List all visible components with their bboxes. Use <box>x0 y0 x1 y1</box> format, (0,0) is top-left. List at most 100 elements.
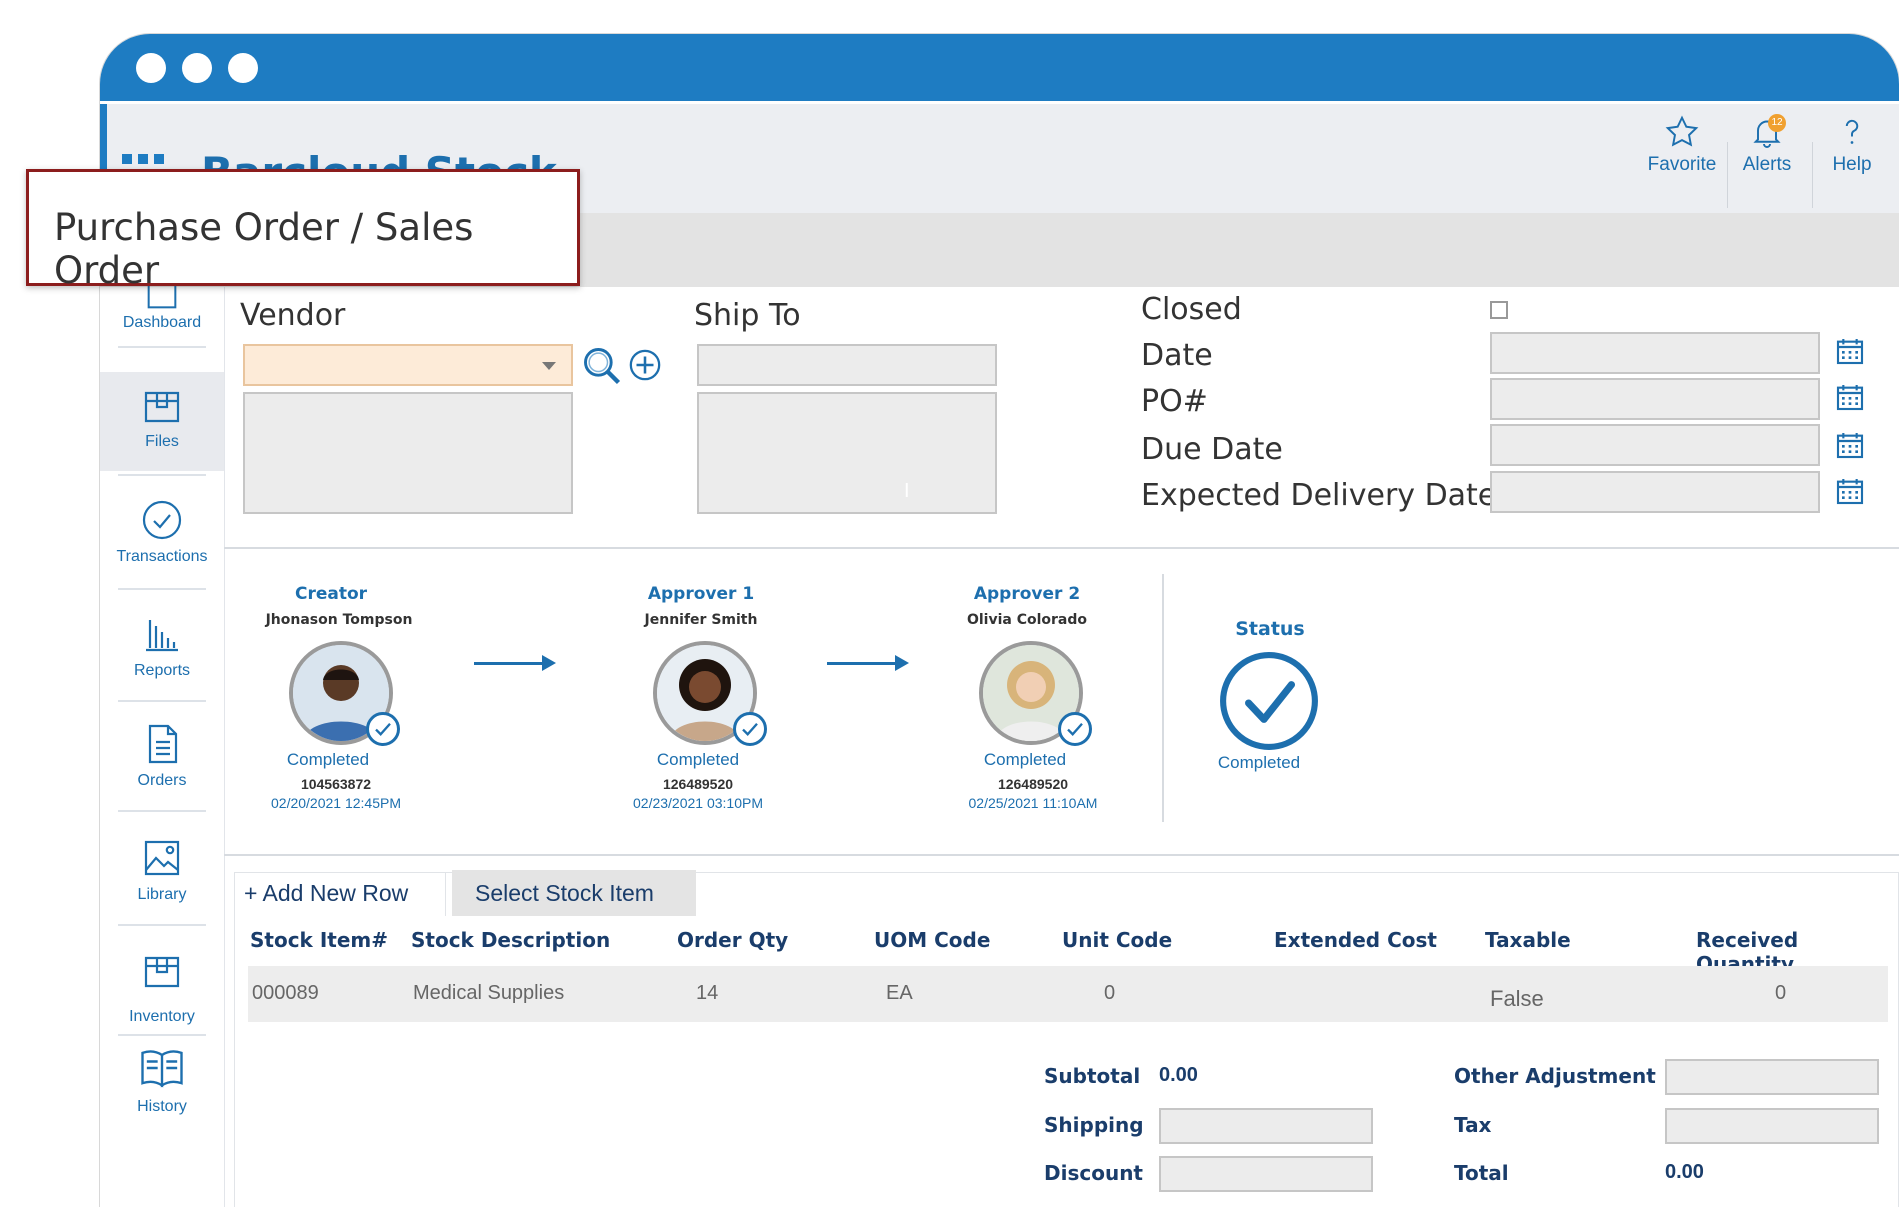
sidebar-item-files[interactable]: Files <box>100 381 224 451</box>
sidebar-divider <box>118 588 206 590</box>
sidebar-item-inventory[interactable]: Inventory <box>100 946 224 1026</box>
table-cell: EA <box>886 982 913 1004</box>
sidebar-item-library[interactable]: Library <box>100 834 224 904</box>
approval-state: Completed <box>656 750 740 769</box>
help-label: Help <box>1832 154 1872 175</box>
add-circle-icon[interactable] <box>628 348 662 382</box>
arrow-right-icon <box>542 655 556 671</box>
text-cursor: I <box>904 480 910 502</box>
shipping-field[interactable] <box>1159 1108 1373 1144</box>
calendar-icon[interactable] <box>1834 334 1866 368</box>
sidebar-item-reports[interactable]: Reports <box>100 610 224 680</box>
vendor-select[interactable] <box>243 344 573 386</box>
ship-to-field[interactable] <box>697 344 997 386</box>
section-divider <box>224 854 1899 856</box>
completed-badge <box>733 712 767 746</box>
sidebar-item-label: Library <box>137 886 187 903</box>
expected-delivery-field[interactable] <box>1490 471 1820 513</box>
subtotal-value: 0.00 <box>1159 1064 1198 1086</box>
approval-role: Creator <box>294 584 368 604</box>
other-adjustment-field[interactable] <box>1665 1059 1879 1095</box>
sidebar-border <box>224 287 225 1207</box>
po-label: PO# <box>1141 384 1208 419</box>
closed-checkbox[interactable] <box>1490 301 1508 319</box>
alerts-button[interactable]: 12 Alerts <box>1727 114 1807 214</box>
select-stock-item-label: Select Stock Item <box>475 880 654 906</box>
table-cell: 0 <box>1775 982 1787 1004</box>
sidebar-item-label: Dashboard <box>122 314 202 331</box>
date-field[interactable] <box>1490 332 1820 374</box>
approval-name: Jhonason Tompson <box>265 612 413 628</box>
ship-to-label: Ship To <box>694 298 801 333</box>
approval-time: 02/23/2021 03:10PM <box>633 795 763 811</box>
other-adjustment-label: Other Adjustment <box>1454 1064 1656 1088</box>
approval-id: 126489520 <box>662 776 734 792</box>
po-field[interactable] <box>1490 378 1820 420</box>
tax-field[interactable] <box>1665 1108 1879 1144</box>
approval-id: 104563872 <box>300 776 372 792</box>
column-header[interactable]: Taxable <box>1485 928 1571 952</box>
question-icon <box>1845 119 1859 144</box>
column-header[interactable]: Stock Description <box>411 928 610 952</box>
box-icon <box>144 391 180 423</box>
completed-badge <box>1058 712 1092 746</box>
closed-label: Closed <box>1141 292 1242 327</box>
select-stock-item-button[interactable]: Select Stock Item <box>452 870 696 916</box>
sidebar-item-history[interactable]: History <box>100 1042 224 1116</box>
expected-delivery-label: Expected Delivery Date <box>1141 478 1497 513</box>
discount-field[interactable] <box>1159 1156 1373 1192</box>
alerts-count-badge: 12 <box>1768 114 1786 132</box>
image-icon <box>144 840 180 876</box>
column-header[interactable]: Unit Code <box>1062 928 1172 952</box>
approval-name: Jennifer Smith <box>644 612 758 628</box>
checkmark-icon <box>375 722 391 736</box>
window-dot-3[interactable] <box>228 53 258 83</box>
page-title-callout: Purchase Order / Sales Order <box>26 169 580 292</box>
bar-chart-icon <box>146 620 178 652</box>
status-value: Completed <box>1217 753 1301 772</box>
sidebar-divider <box>118 924 206 926</box>
star-icon <box>1665 115 1699 147</box>
calendar-icon[interactable] <box>1834 474 1866 508</box>
column-header[interactable]: Extended Cost <box>1274 928 1437 952</box>
search-icon[interactable] <box>580 344 624 388</box>
arrow-right-icon <box>895 655 909 671</box>
help-button[interactable]: Help <box>1812 114 1892 214</box>
sidebar-divider <box>118 474 206 476</box>
flow-arrow <box>827 662 897 665</box>
chevron-down-icon <box>542 362 556 370</box>
add-new-row-button[interactable]: + Add New Row <box>234 872 446 916</box>
table-row[interactable]: 000089 Medical Supplies 14 EA 0 False 0 <box>248 966 1888 1022</box>
subtotal-label: Subtotal <box>1044 1064 1141 1088</box>
page-title: Purchase Order / Sales Order <box>54 206 474 292</box>
approval-state: Completed <box>983 750 1067 769</box>
vendor-address-field[interactable] <box>243 392 573 514</box>
calendar-icon[interactable] <box>1834 428 1866 462</box>
ship-to-address-field[interactable]: I <box>697 392 997 514</box>
document-icon <box>148 724 178 764</box>
section-divider <box>224 547 1899 549</box>
column-header[interactable]: Stock Item# <box>250 928 388 952</box>
sidebar-item-transactions[interactable]: Transactions <box>100 496 224 566</box>
sidebar-divider <box>118 1034 206 1036</box>
favorite-button[interactable]: Favorite <box>1642 114 1722 214</box>
sidebar-item-label: Transactions <box>116 548 208 565</box>
column-header[interactable]: Order Qty <box>677 928 788 952</box>
sidebar-divider <box>118 700 206 702</box>
column-header[interactable]: UOM Code <box>874 928 990 952</box>
tax-label: Tax <box>1454 1113 1492 1137</box>
total-value: 0.00 <box>1665 1161 1704 1183</box>
window-titlebar <box>100 34 1899 101</box>
sidebar-item-label: Orders <box>137 772 187 789</box>
sidebar-item-label: Files <box>145 433 179 450</box>
table-cell: 0 <box>1104 982 1116 1004</box>
approval-time: 02/20/2021 12:45PM <box>271 795 401 811</box>
window-dot-1[interactable] <box>136 53 166 83</box>
checkmark-icon <box>1067 722 1083 736</box>
calendar-icon[interactable] <box>1834 380 1866 414</box>
approval-time: 02/25/2021 11:10AM <box>968 795 1098 811</box>
alerts-label: Alerts <box>1742 154 1792 175</box>
check-circle-icon <box>142 500 182 540</box>
window-dot-2[interactable] <box>182 53 212 83</box>
due-date-field[interactable] <box>1490 424 1820 466</box>
